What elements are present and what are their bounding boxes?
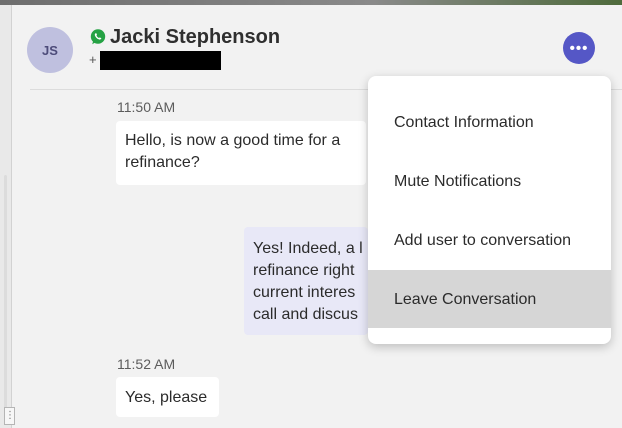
menu-item-leave-conversation[interactable]: Leave Conversation: [368, 270, 611, 328]
whatsapp-icon: [90, 29, 106, 45]
contact-name: Jacki Stephenson: [110, 26, 281, 48]
message-text-line: Yes, please: [125, 389, 208, 406]
phone-prefix: +: [89, 52, 97, 67]
conversation-options-menu: Contact Information Mute Notifications A…: [368, 76, 611, 344]
left-panel-rail: [0, 5, 12, 428]
message-text-line: refinance?: [125, 154, 200, 171]
message-text-line: call and discus: [253, 306, 358, 323]
menu-item-contact-information[interactable]: Contact Information: [368, 93, 611, 152]
message-text-line: refinance right: [253, 262, 355, 279]
menu-item-add-user[interactable]: Add user to conversation: [368, 211, 611, 270]
message-bubble-incoming: Yes, please: [116, 377, 219, 417]
message-text-line: Hello, is now a good time for a: [125, 132, 341, 149]
phone-number-redacted: [100, 51, 221, 70]
resize-grip-icon[interactable]: ⋮: [4, 407, 15, 425]
menu-item-mute-notifications[interactable]: Mute Notifications: [368, 152, 611, 211]
message-text-line: current interes: [253, 284, 356, 301]
more-options-button[interactable]: •••: [563, 32, 595, 64]
message-timestamp: 11:52 AM: [117, 356, 176, 372]
message-bubble-incoming: Hello, is now a good time for a refinanc…: [116, 121, 366, 185]
message-timestamp: 11:50 AM: [117, 99, 176, 115]
message-bubble-outgoing: Yes! Indeed, a l refinance right current…: [244, 227, 368, 335]
scroll-track[interactable]: [4, 175, 7, 425]
avatar[interactable]: JS: [27, 27, 73, 73]
message-text-line: Yes! Indeed, a l: [253, 240, 363, 257]
